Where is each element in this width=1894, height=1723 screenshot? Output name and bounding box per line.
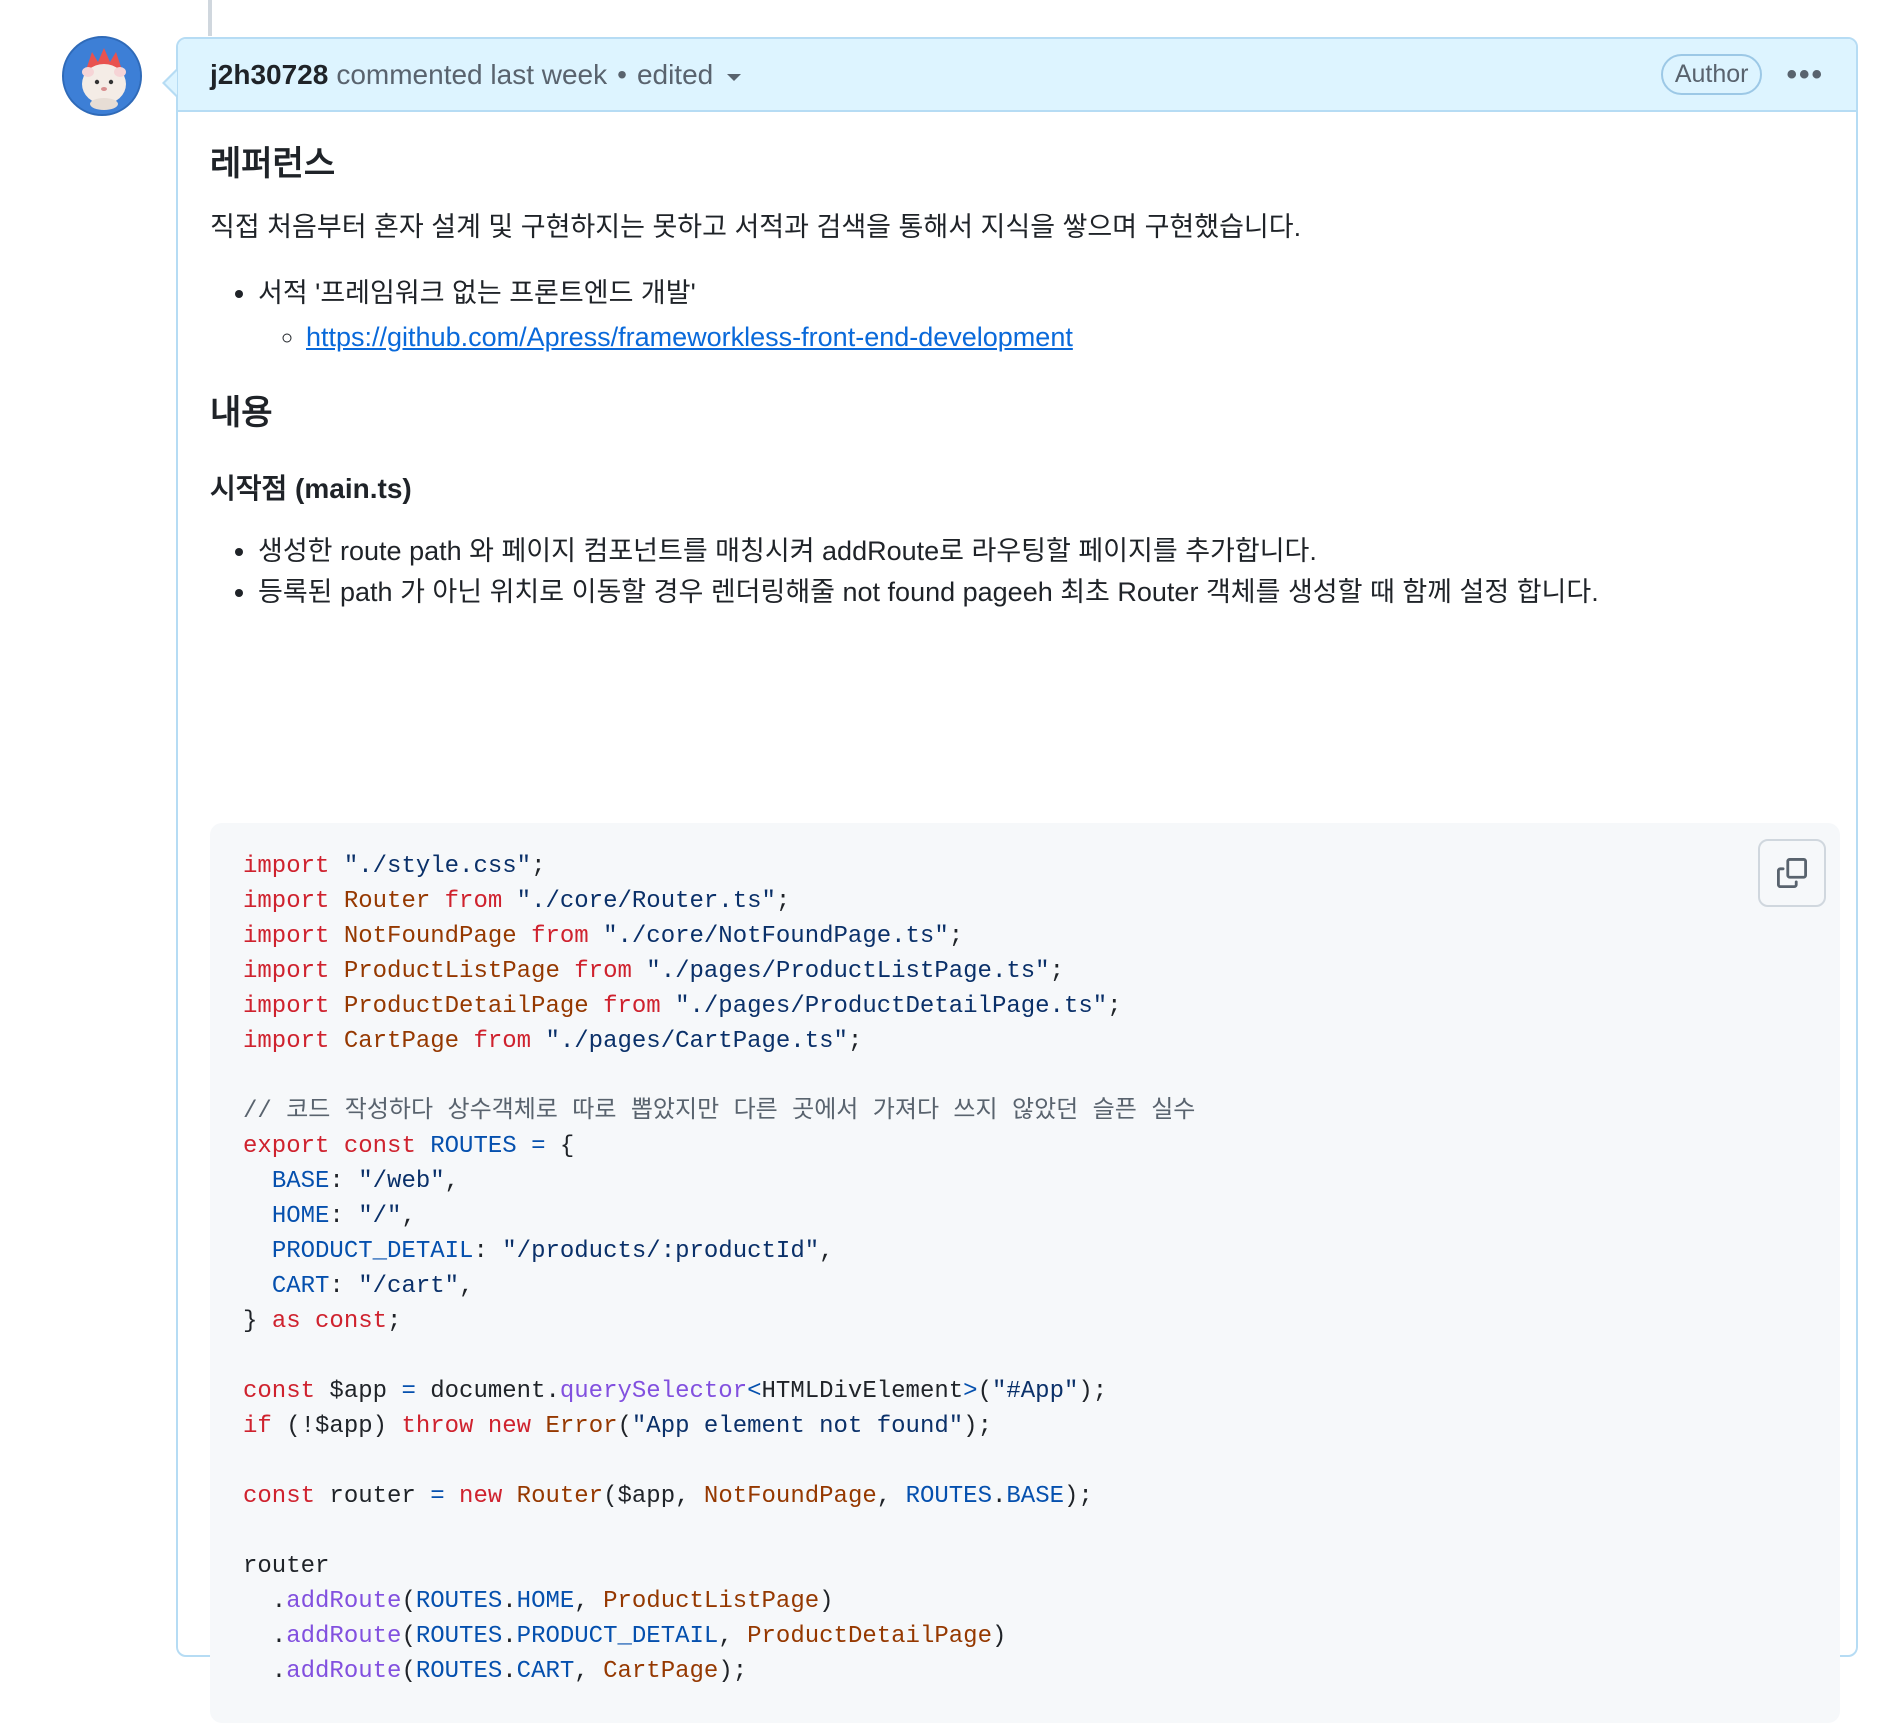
code-line: import CartPage from "./pages/CartPage.t… [243,1028,863,1055]
comment-time[interactable]: commented last week [336,59,607,91]
copy-icon [1777,858,1807,888]
list-item: https://github.com/Apress/frameworkless-… [306,315,1824,359]
kebab-horizontal-icon[interactable]: ••• [1786,58,1824,92]
code-content: import "./style.css"; import Router from… [243,853,1196,1685]
avatar[interactable] [62,36,142,116]
code-block: import "./style.css"; import Router from… [210,823,1840,1723]
heading-reference: 레퍼런스 [210,145,336,183]
edited-label: edited [636,58,714,90]
list-item: 생성한 route path 와 페이지 컴포넌트를 매칭시켜 addRoute… [258,529,1824,573]
code-line: import ProductDetailPage from "./pages/P… [243,993,1122,1020]
hamster-avatar-icon [64,38,140,114]
subheading-entry: 시작점 (main.ts) [210,473,412,504]
book-link[interactable]: https://github.com/Apress/frameworkless-… [306,322,1073,352]
book-item: 서적 '프레임워크 없는 프론트엔드 개발' [258,278,696,308]
code-line: import NotFoundPage from "./core/NotFoun… [243,923,964,950]
author-name[interactable]: j2h30728 [210,59,328,91]
list-item: 등록된 path 가 아닌 위치로 이동할 경우 렌더링해줄 not found… [258,570,1824,614]
heading-content: 내용 [210,394,273,432]
separator-dot: • [617,58,627,90]
code-line: import ProductListPage from "./pages/Pro… [243,958,1064,985]
reference-list: 서적 '프레임워크 없는 프론트엔드 개발' https://github.co… [210,271,1824,359]
sub-list: https://github.com/Apress/frameworkless-… [258,315,1824,359]
code-line: import Router from "./core/Router.ts"; [243,888,791,915]
comment-box: j2h30728 commented last week • edited Au… [162,37,1858,1723]
code-comment: // 코드 작성하다 상수객체로 따로 뽑았지만 다른 곳에서 가져다 쓰지 않… [243,1098,1196,1125]
comment-body: 레퍼런스 직접 처음부터 혼자 설계 및 구현하지는 못하고 서적과 검색을 통… [178,112,1856,1723]
author-badge: Author [1660,54,1763,95]
intro-text: 직접 처음부터 혼자 설계 및 구현하지는 못하고 서적과 검색을 통해서 지식… [210,212,1302,242]
caret-down-icon [727,74,742,81]
edited-dropdown[interactable]: edited [636,58,742,91]
comment-header: j2h30728 commented last week • edited Au… [178,39,1856,112]
code-line: import "./style.css"; [243,853,546,880]
copy-button[interactable] [1758,839,1826,907]
list-item: 서적 '프레임워크 없는 프론트엔드 개발' https://github.co… [258,271,1824,359]
content-list: 생성한 route path 와 페이지 컴포넌트를 매칭시켜 addRoute… [210,529,1824,614]
timeline-line [208,0,212,36]
